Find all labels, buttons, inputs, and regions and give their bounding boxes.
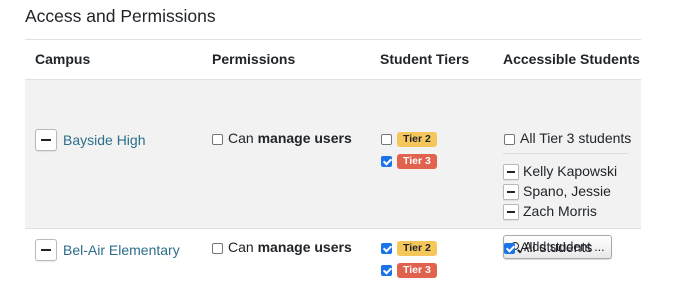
tier-3-checkbox[interactable] xyxy=(381,156,392,167)
column-header-permissions: Permissions xyxy=(212,51,296,67)
permission-checkbox[interactable] xyxy=(212,134,223,145)
remove-student-button[interactable] xyxy=(503,184,519,200)
student-name: Zach Morris xyxy=(523,203,597,219)
permission-prefix: Can xyxy=(228,130,258,146)
campus-link[interactable]: Bayside High xyxy=(63,132,146,148)
tier-3-badge: Tier 3 xyxy=(397,263,437,278)
permission-label: Can manage users xyxy=(228,239,352,255)
permission-checkbox[interactable] xyxy=(212,243,223,254)
table-row-bayside-high: Bayside High Can manage users Tier 2 Tie… xyxy=(25,79,641,259)
remove-student-button[interactable] xyxy=(503,164,519,180)
remove-campus-button[interactable] xyxy=(35,239,57,261)
all-tier3-students-label: All Tier 3 students xyxy=(520,130,632,146)
tier-2-checkbox[interactable] xyxy=(381,243,392,254)
permission-prefix: Can xyxy=(228,239,258,255)
tier-3-badge: Tier 3 xyxy=(397,154,437,169)
tier-2-badge: Tier 2 xyxy=(397,241,437,256)
all-tier3-students-checkbox[interactable] xyxy=(504,134,515,145)
minus-icon xyxy=(41,249,51,251)
minus-icon xyxy=(41,139,51,141)
section-title: Access and Permissions xyxy=(25,6,216,26)
tier-2-checkbox[interactable] xyxy=(381,134,392,145)
permission-label: Can manage users xyxy=(228,130,352,146)
table-header: Campus Permissions Student Tiers Accessi… xyxy=(25,40,641,79)
table-row-bel-air-elementary: Bel-Air Elementary Can manage users Tier… xyxy=(25,228,641,289)
student-list: Kelly Kapowski Spano, Jessie Zach Morris xyxy=(503,153,628,220)
permissions-table: Campus Permissions Student Tiers Accessi… xyxy=(25,39,641,289)
student-name: Spano, Jessie xyxy=(523,183,611,199)
student-name: Kelly Kapowski xyxy=(523,163,618,179)
minus-icon xyxy=(507,191,515,193)
remove-student-button[interactable] xyxy=(503,204,519,220)
all-students-label: All students xyxy=(520,239,593,255)
minus-icon xyxy=(507,171,515,173)
campus-link[interactable]: Bel-Air Elementary xyxy=(63,242,180,258)
column-header-campus: Campus xyxy=(35,51,91,67)
column-header-student-tiers: Student Tiers xyxy=(380,51,470,67)
all-students-checkbox[interactable] xyxy=(504,243,515,254)
remove-campus-button[interactable] xyxy=(35,129,57,151)
tier-3-checkbox[interactable] xyxy=(381,265,392,276)
minus-icon xyxy=(507,211,515,213)
column-header-accessible-students: Accessible Students xyxy=(503,51,640,67)
permission-action: manage users xyxy=(257,130,352,146)
tier-2-badge: Tier 2 xyxy=(397,132,437,147)
permission-action: manage users xyxy=(257,239,352,255)
